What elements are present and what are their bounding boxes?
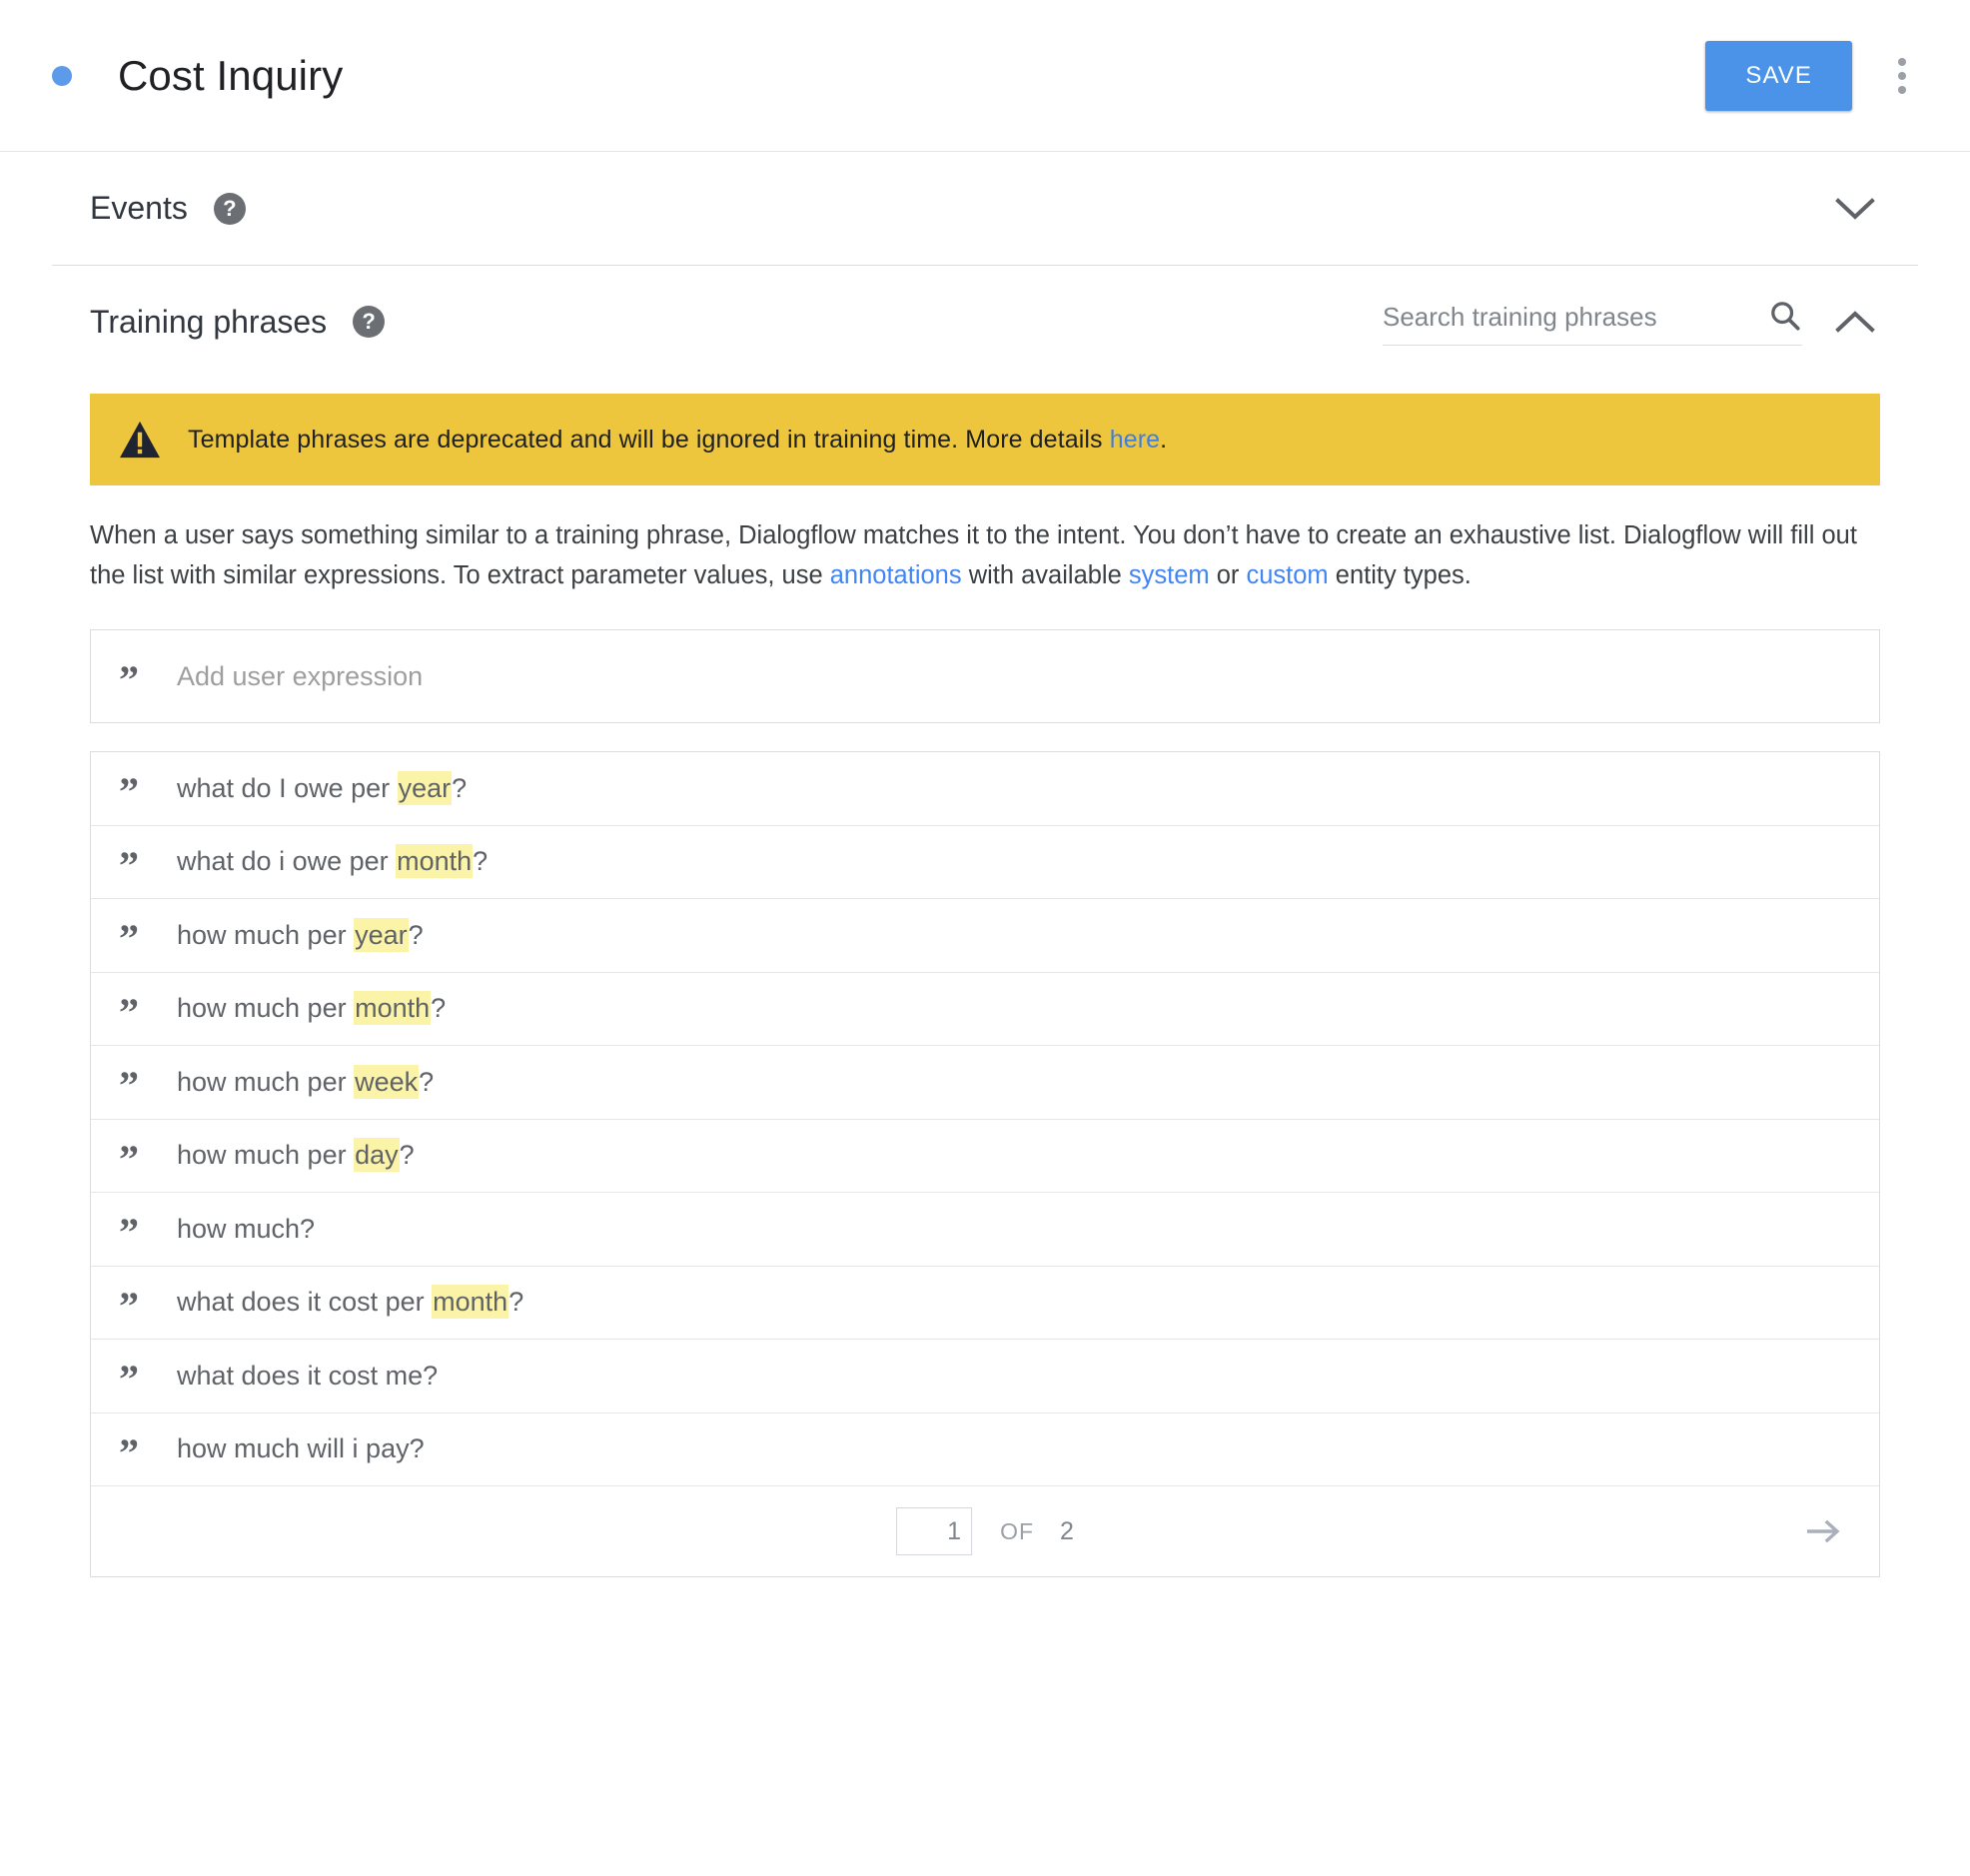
phrase-text-before: how much?: [177, 1213, 316, 1244]
phrase-text-before: what do I owe per: [177, 772, 398, 803]
phrase-entity-highlight[interactable]: week: [354, 1064, 420, 1099]
training-phrase-text: how much?: [177, 1214, 315, 1245]
quote-icon: ”: [119, 1210, 139, 1256]
phrase-entity-highlight[interactable]: month: [396, 844, 474, 879]
phrase-entity-highlight[interactable]: year: [397, 770, 453, 805]
phrase-text-before: how much per: [177, 1140, 355, 1171]
content-area: Events ? Training phrases ? Search train…: [0, 152, 1970, 1577]
annotations-link[interactable]: annotations: [830, 561, 962, 589]
custom-entity-link[interactable]: custom: [1246, 561, 1328, 589]
warning-text-after: .: [1160, 425, 1168, 454]
system-entity-link[interactable]: system: [1129, 561, 1210, 589]
pagination-controls: OF 2: [896, 1507, 1074, 1555]
training-phrase-text: how much will i pay?: [177, 1433, 425, 1464]
description-part-4: entity types.: [1328, 561, 1472, 589]
save-button[interactable]: SAVE: [1705, 40, 1852, 111]
phrase-text-after: ?: [473, 846, 489, 877]
warning-here-link[interactable]: here: [1110, 426, 1160, 454]
warning-text-before: Template phrases are deprecated and will…: [188, 425, 1110, 454]
add-user-expression-row[interactable]: ”: [91, 630, 1879, 722]
training-phrase-row[interactable]: ” what do i owe per month?: [91, 826, 1879, 899]
training-phrases-description: When a user says something similar to a …: [90, 515, 1868, 595]
description-part-3: or: [1209, 561, 1247, 589]
training-phrases-section-header: Training phrases ?: [52, 266, 1918, 378]
phrase-text-after: ?: [408, 919, 424, 950]
help-icon[interactable]: ?: [353, 306, 386, 338]
quote-icon: ”: [119, 1063, 139, 1109]
intent-status-dot: [52, 65, 72, 86]
training-phrases-rows: ” what do I owe per year? ” what do i owe p…: [91, 752, 1879, 1486]
quote-icon: ”: [119, 1136, 139, 1182]
training-phrase-text: what does it cost per month?: [177, 1285, 524, 1320]
help-icon[interactable]: ?: [213, 192, 246, 225]
training-phrase-row[interactable]: ” how much per day?: [91, 1120, 1879, 1193]
pagination-total-pages: 2: [1060, 1516, 1074, 1545]
search-icon[interactable]: [1768, 299, 1802, 333]
arrow-right-icon[interactable]: [1795, 1503, 1851, 1559]
phrase-text-before: what does it cost me?: [177, 1360, 439, 1391]
more-vert-icon[interactable]: [1874, 41, 1930, 111]
phrase-text-after: ?: [399, 1140, 415, 1171]
quote-icon: ”: [119, 769, 139, 815]
quote-icon: ”: [119, 657, 139, 702]
training-phrase-row[interactable]: ” how much per year?: [91, 899, 1879, 973]
phrase-text-before: how much per: [177, 1066, 355, 1097]
phrase-entity-highlight[interactable]: year: [354, 917, 409, 952]
training-phrase-row[interactable]: ” what do I owe per year?: [91, 752, 1879, 826]
phrase-text-before: how much per: [177, 993, 355, 1024]
phrase-entity-highlight[interactable]: month: [354, 991, 432, 1026]
training-phrase-text: how much per month?: [177, 991, 447, 1026]
top-bar: Cost Inquiry SAVE: [0, 0, 1970, 152]
search-training-phrases-field[interactable]: [1383, 299, 1802, 346]
events-title: Events: [90, 190, 188, 226]
add-user-expression-input[interactable]: [177, 660, 1851, 692]
training-phrases-title: Training phrases: [90, 303, 328, 340]
training-phrase-row[interactable]: ” what does it cost me?: [91, 1340, 1879, 1413]
search-input[interactable]: [1383, 301, 1758, 333]
phrase-text-before: what do i owe per: [177, 846, 397, 877]
more-vert-dot: [1898, 57, 1906, 66]
chevron-down-icon[interactable]: [1832, 186, 1878, 232]
quote-icon: ”: [119, 842, 139, 888]
events-section-header[interactable]: Events ?: [52, 152, 1918, 266]
phrase-text-before: what does it cost per: [177, 1287, 433, 1318]
phrase-text-after: ?: [419, 1066, 435, 1097]
training-phrase-text: how much per week?: [177, 1064, 435, 1099]
phrase-entity-highlight[interactable]: day: [354, 1138, 400, 1173]
phrase-text-before: how much per: [177, 919, 355, 950]
phrase-entity-highlight[interactable]: month: [432, 1285, 509, 1320]
quote-icon: ”: [119, 989, 139, 1035]
phrase-text-after: ?: [431, 993, 447, 1024]
phrase-text-after: ?: [508, 1287, 524, 1318]
deprecation-warning-banner: Template phrases are deprecated and will…: [90, 394, 1880, 485]
quote-icon: ”: [119, 916, 139, 962]
phrase-text-after: ?: [452, 772, 468, 803]
phrase-text-before: how much will i pay?: [177, 1433, 425, 1464]
training-phrase-row[interactable]: ” how much will i pay?: [91, 1413, 1879, 1486]
more-vert-dot: [1898, 71, 1906, 80]
training-phrase-text: what does it cost me?: [177, 1361, 438, 1392]
training-phrase-row[interactable]: ” how much per month?: [91, 973, 1879, 1046]
warning-text: Template phrases are deprecated and will…: [188, 426, 1167, 455]
more-vert-dot: [1898, 85, 1906, 94]
training-phrase-text: what do I owe per year?: [177, 770, 468, 805]
training-phrases-list: ” what do I owe per year? ” what do i owe p…: [90, 751, 1880, 1577]
warning-triangle-icon: [120, 421, 160, 459]
training-phrase-row[interactable]: ” how much?: [91, 1193, 1879, 1267]
training-phrase-row[interactable]: ” what does it cost per month?: [91, 1267, 1879, 1340]
training-phrase-row[interactable]: ” how much per week?: [91, 1046, 1879, 1120]
training-phrase-text: how much per year?: [177, 917, 424, 952]
chevron-up-icon[interactable]: [1832, 299, 1878, 345]
page-number-input[interactable]: [896, 1507, 973, 1555]
quote-icon: ”: [119, 1429, 139, 1475]
training-phrase-text: what do i owe per month?: [177, 844, 489, 879]
pagination-of-label: OF: [1000, 1517, 1035, 1544]
add-user-expression-box[interactable]: ”: [90, 629, 1880, 723]
description-part-2: with available: [961, 561, 1129, 589]
training-phrase-text: how much per day?: [177, 1138, 415, 1173]
quote-icon: ”: [119, 1283, 139, 1329]
pagination-row: OF 2: [91, 1486, 1879, 1576]
quote-icon: ”: [119, 1357, 139, 1403]
page-title: Cost Inquiry: [118, 51, 344, 99]
